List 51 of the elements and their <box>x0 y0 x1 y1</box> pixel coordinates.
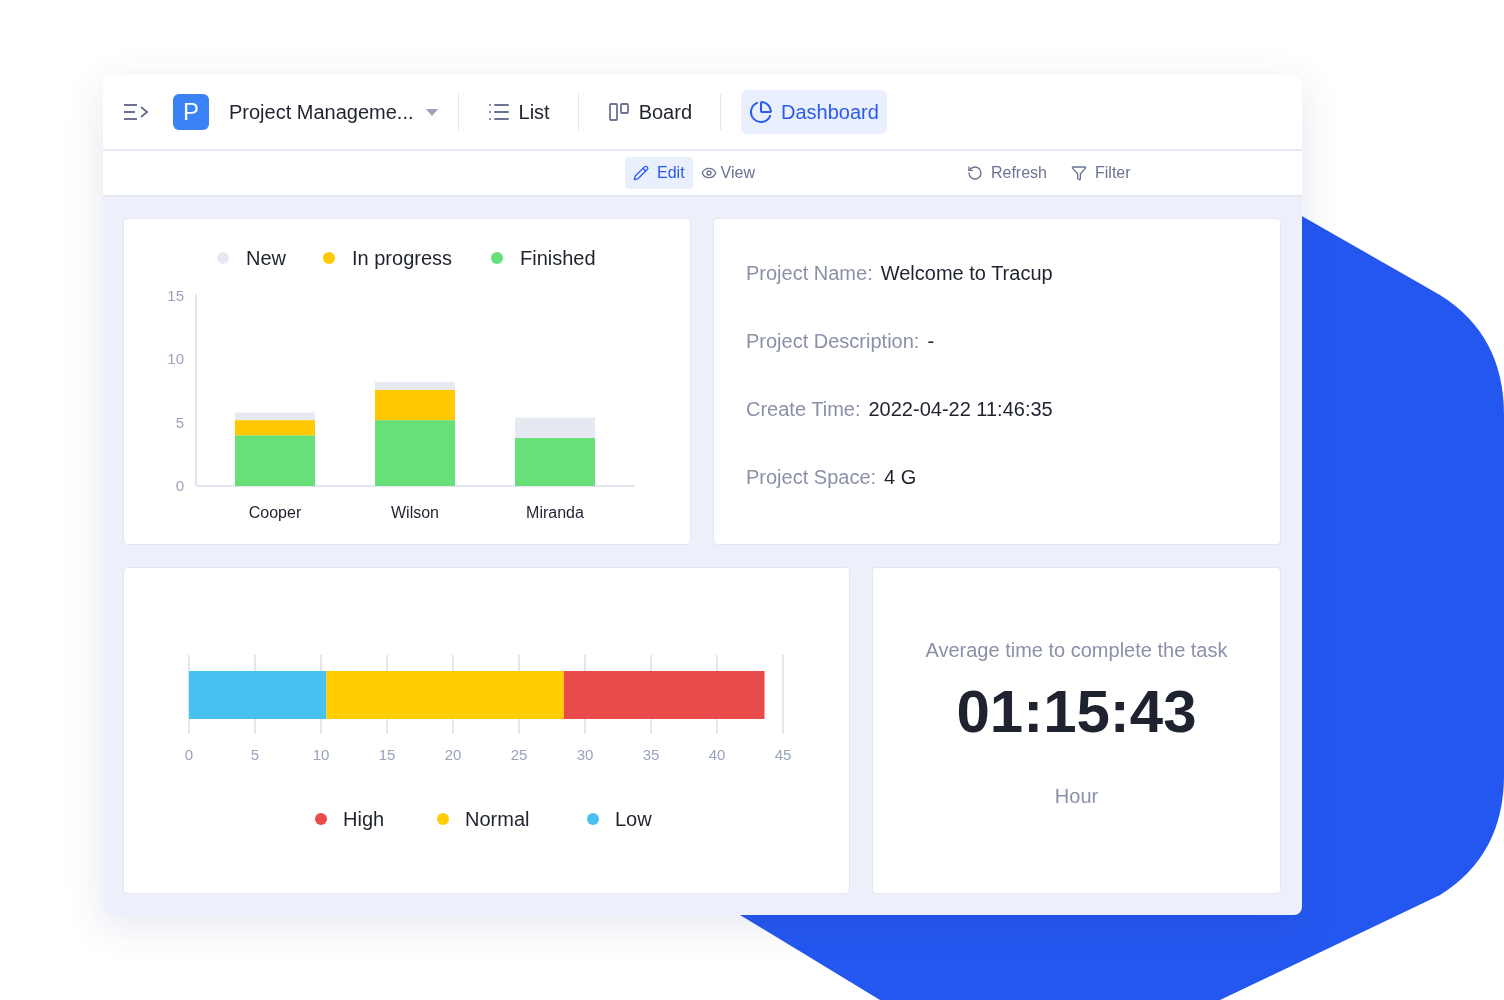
refresh-icon <box>966 165 983 181</box>
mode-toggle[interactable]: Edit <box>625 157 693 189</box>
legend-label: Low <box>615 808 652 830</box>
info-value: 2022-04-22 11:46:35 <box>868 397 1053 422</box>
category-label: Miranda <box>526 504 584 521</box>
legend-label: Normal <box>465 808 530 830</box>
view-tab[interactable]: Board <box>598 90 701 134</box>
axis-tick-label: 20 <box>444 746 462 763</box>
category-label: Wilson <box>391 504 439 521</box>
legend-label: New <box>246 247 286 269</box>
info-label: Project Name: <box>746 261 873 286</box>
view-tab[interactable]: List <box>478 90 558 134</box>
axis-tick-label: 0 <box>175 477 184 494</box>
toolbar-action[interactable]: Filter <box>1071 161 1131 185</box>
axis-tick-label: 5 <box>250 746 260 763</box>
axis-tick-label: 10 <box>167 350 184 368</box>
info-label: Project Description: <box>746 329 920 354</box>
axis-tick-label: 15 <box>378 746 396 763</box>
project-dropdown[interactable]: Project Manageme... <box>229 98 438 126</box>
project-logo: P <box>173 94 209 130</box>
pie-chart-icon <box>749 100 774 124</box>
info-value: Welcome to Tracup <box>880 261 1053 286</box>
info-label: Create Time: <box>746 397 861 422</box>
columns-icon <box>606 100 631 124</box>
axis-tick-label: 10 <box>312 746 330 763</box>
average-time-title: Average time to complete the task <box>925 638 1228 663</box>
info-value: - <box>927 329 935 354</box>
legend-label: In progress <box>352 247 453 269</box>
legend-label: Finished <box>520 247 596 269</box>
pencil-icon <box>633 165 649 181</box>
toolbar-action[interactable]: Refresh <box>966 161 1047 185</box>
time-unit: Hour <box>1054 784 1099 809</box>
average-time-value: 01:15:43 <box>956 682 1197 742</box>
view-tab[interactable]: Dashboard <box>741 90 887 134</box>
axis-tick-label: 30 <box>576 746 594 763</box>
info-value: 4 G <box>884 465 917 490</box>
axis-tick-label: 0 <box>184 746 194 763</box>
sidebar-toggle-icon[interactable] <box>123 102 149 122</box>
axis-tick-label: 35 <box>642 746 660 763</box>
axis-tick-label: 45 <box>774 746 792 763</box>
axis-tick-label: 25 <box>510 746 528 763</box>
mode-toggle[interactable]: View <box>696 157 759 189</box>
legend-label: High <box>343 808 385 830</box>
axis-tick-label: 40 <box>708 746 726 763</box>
eye-icon <box>700 165 717 181</box>
info-label: Project Space: <box>746 465 877 490</box>
category-label: Cooper <box>248 504 302 521</box>
axis-tick-label: 15 <box>167 287 184 304</box>
filter-icon <box>1071 165 1087 181</box>
caret-icon <box>425 108 438 116</box>
axis-tick-label: 5 <box>175 413 184 431</box>
